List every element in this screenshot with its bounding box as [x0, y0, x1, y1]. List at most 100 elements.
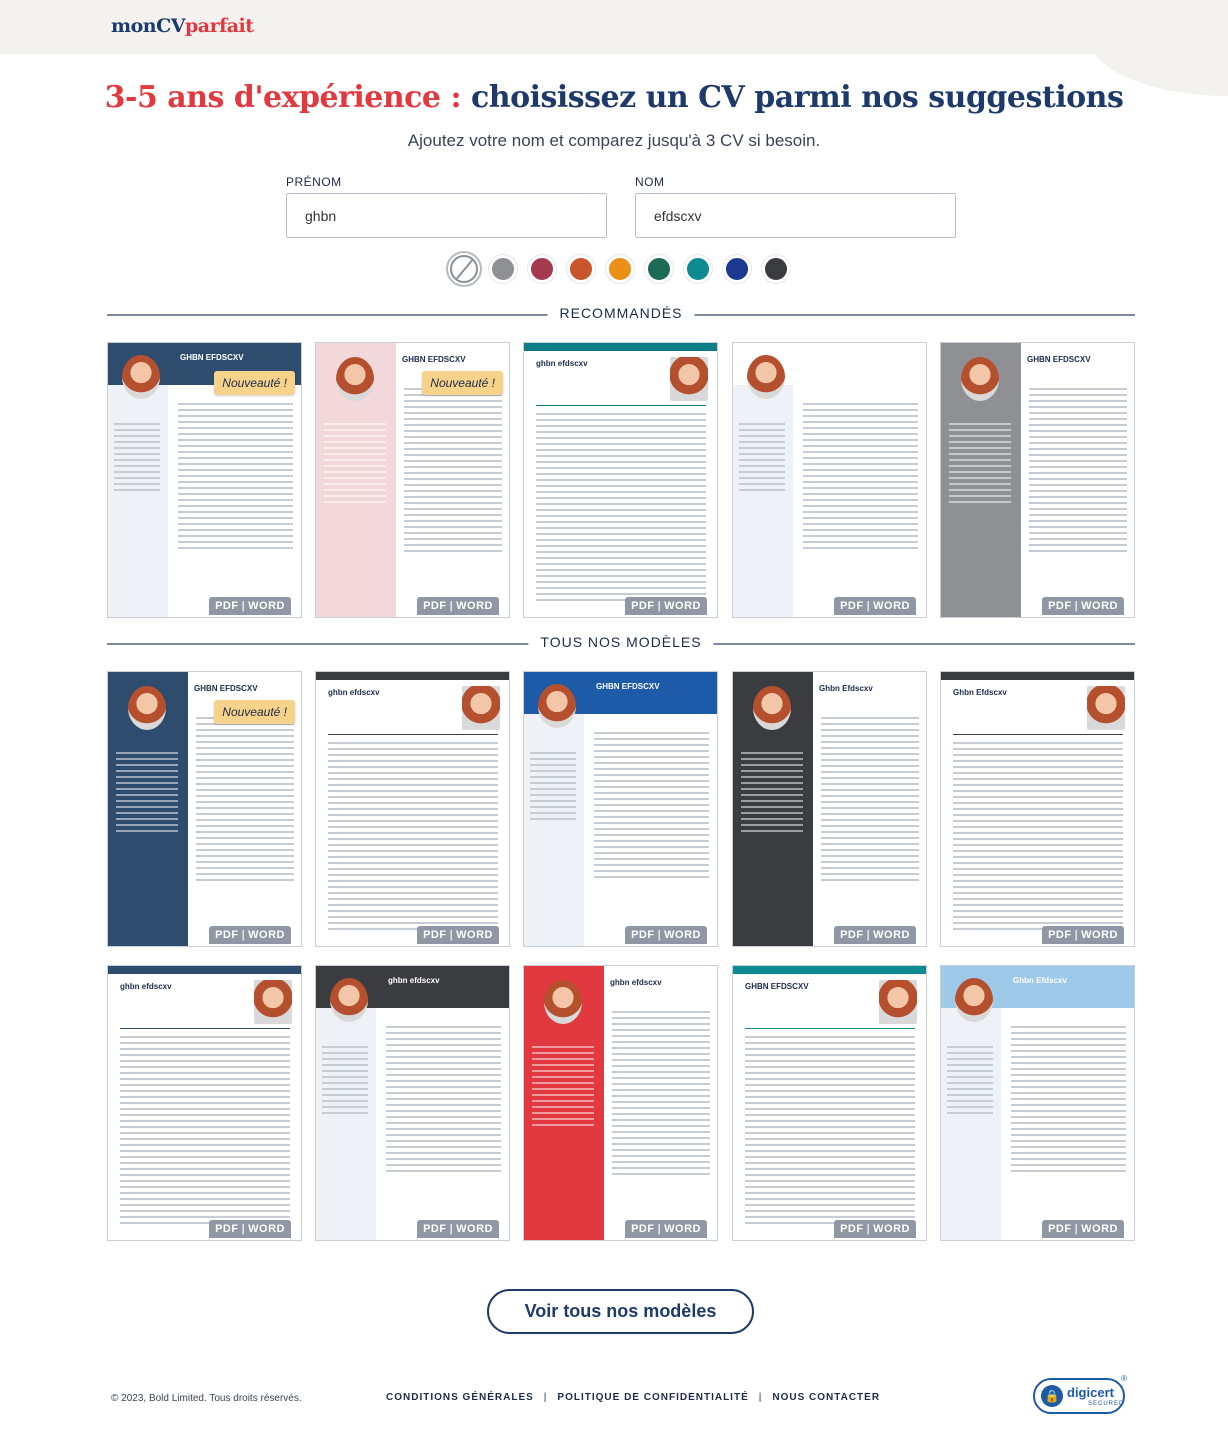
resume-template-card[interactable]: Ghbn Efdscxv PDF | WORD [940, 671, 1135, 947]
pdf-button[interactable]: PDF [631, 929, 655, 941]
color-swatch-burgundy[interactable] [528, 255, 556, 283]
pdf-button[interactable]: PDF [631, 1223, 655, 1235]
contact-link[interactable]: NOUS CONTACTER [772, 1392, 880, 1403]
profile-photo [670, 357, 708, 401]
word-button[interactable]: WORD [1081, 600, 1118, 612]
download-formats: PDF | WORD [417, 1220, 499, 1238]
resume-template-card[interactable]: GHBN EFDSCXV Nouveauté ! PDF | WORD [315, 342, 510, 618]
footer-links: CONDITIONS GÉNÉRALES | POLITIQUE DE CONF… [386, 1392, 880, 1403]
resume-name: Ghbn EFDSCXV [805, 353, 866, 362]
word-button[interactable]: WORD [248, 1223, 285, 1235]
resume-preview: ghbn efdscxv [108, 966, 301, 1240]
word-button[interactable]: WORD [873, 1223, 910, 1235]
resume-template-card[interactable]: ghbn efdscxv PDF | WORD [523, 342, 718, 618]
resume-name: GHBN EFDSCXV [194, 684, 258, 693]
format-separator: | [657, 1223, 662, 1235]
download-formats: PDF | WORD [834, 597, 916, 615]
see-all-models-button[interactable]: Voir tous nos modèles [487, 1289, 754, 1334]
pdf-button[interactable]: PDF [840, 1223, 864, 1235]
pdf-button[interactable]: PDF [423, 929, 447, 941]
profile-photo [1087, 686, 1125, 730]
profile-photo [254, 980, 292, 1024]
profile-photo [747, 355, 785, 399]
last-name-label: NOM [635, 175, 665, 189]
download-formats: PDF | WORD [834, 1220, 916, 1238]
pdf-button[interactable]: PDF [215, 1223, 239, 1235]
format-separator: | [866, 1223, 871, 1235]
resume-template-card[interactable]: GHBN EFDSCXV Nouveauté ! PDF | WORD [107, 671, 302, 947]
last-name-field[interactable] [635, 193, 956, 238]
pdf-button[interactable]: PDF [840, 600, 864, 612]
resume-preview: GHBN EFDSCXV [733, 966, 926, 1240]
download-formats: PDF | WORD [625, 926, 707, 944]
pdf-button[interactable]: PDF [423, 600, 447, 612]
word-button[interactable]: WORD [873, 600, 910, 612]
pdf-button[interactable]: PDF [1048, 929, 1072, 941]
word-button[interactable]: WORD [873, 929, 910, 941]
resume-template-card[interactable]: Ghbn EFDSCXV PDF | WORD [732, 342, 927, 618]
resume-template-card[interactable]: ghbn efdscxv PDF | WORD [315, 671, 510, 947]
pdf-button[interactable]: PDF [215, 929, 239, 941]
first-name-field[interactable] [286, 193, 607, 238]
word-button[interactable]: WORD [248, 929, 285, 941]
word-button[interactable]: WORD [456, 929, 493, 941]
pdf-button[interactable]: PDF [840, 929, 864, 941]
resume-template-card[interactable]: GHBN EFDSCXV PDF | WORD [523, 671, 718, 947]
resume-template-card[interactable]: GHBN EFDSCXV Nouveauté ! PDF | WORD [107, 342, 302, 618]
site-logo[interactable]: monCVparfait [111, 15, 254, 37]
profile-photo [128, 686, 166, 730]
resume-preview: Ghbn Efdscxv [733, 672, 926, 946]
profile-photo [544, 980, 582, 1024]
page-title: 3-5 ans d'expérience : choisissez un CV … [104, 80, 1124, 115]
color-swatch-grey[interactable] [489, 255, 517, 283]
privacy-link[interactable]: POLITIQUE DE CONFIDENTIALITÉ [557, 1392, 748, 1403]
resume-name: GHBN EFDSCXV [180, 353, 244, 362]
profile-photo [462, 686, 500, 730]
terms-link[interactable]: CONDITIONS GÉNÉRALES [386, 1392, 534, 1403]
pdf-button[interactable]: PDF [423, 1223, 447, 1235]
format-separator: | [241, 600, 246, 612]
word-button[interactable]: WORD [1081, 929, 1118, 941]
word-button[interactable]: WORD [1081, 1223, 1118, 1235]
lock-icon: 🔒 [1041, 1385, 1063, 1407]
resume-template-card[interactable]: GHBN EFDSCXV PDF | WORD [940, 342, 1135, 618]
resume-template-card[interactable]: ghbn efdscxv PDF | WORD [523, 965, 718, 1241]
resume-name: ghbn efdscxv [388, 976, 440, 985]
word-button[interactable]: WORD [664, 1223, 701, 1235]
word-button[interactable]: WORD [456, 600, 493, 612]
footer-separator: | [758, 1392, 763, 1403]
resume-name: ghbn efdscxv [328, 688, 380, 697]
resume-template-card[interactable]: ghbn efdscxv PDF | WORD [107, 965, 302, 1241]
color-swatch-teal[interactable] [684, 255, 712, 283]
format-separator: | [449, 929, 454, 941]
color-swatch-charcoal[interactable] [762, 255, 790, 283]
pdf-button[interactable]: PDF [1048, 600, 1072, 612]
color-swatch-green[interactable] [645, 255, 673, 283]
word-button[interactable]: WORD [456, 1223, 493, 1235]
resume-preview: Ghbn Efdscxv [941, 672, 1134, 946]
word-button[interactable]: WORD [248, 600, 285, 612]
format-separator: | [1074, 600, 1079, 612]
resume-name: GHBN EFDSCXV [402, 355, 466, 364]
digicert-seal[interactable]: 🔒 digicert SECURED ® [1033, 1374, 1127, 1414]
download-formats: PDF | WORD [417, 926, 499, 944]
color-swatch-none[interactable] [450, 255, 478, 283]
resume-template-card[interactable]: Ghbn Efdscxv PDF | WORD [940, 965, 1135, 1241]
resume-template-card[interactable]: ghbn efdscxv PDF | WORD [315, 965, 510, 1241]
download-formats: PDF | WORD [417, 597, 499, 615]
format-separator: | [449, 1223, 454, 1235]
resume-name: Ghbn Efdscxv [953, 688, 1007, 697]
pdf-button[interactable]: PDF [215, 600, 239, 612]
download-formats: PDF | WORD [209, 926, 291, 944]
pdf-button[interactable]: PDF [631, 600, 655, 612]
word-button[interactable]: WORD [664, 929, 701, 941]
resume-preview: GHBN EFDSCXV [524, 672, 717, 946]
resume-template-card[interactable]: Ghbn Efdscxv PDF | WORD [732, 671, 927, 947]
resume-template-card[interactable]: GHBN EFDSCXV PDF | WORD [732, 965, 927, 1241]
resume-name: ghbn efdscxv [610, 978, 662, 987]
color-swatch-navy[interactable] [723, 255, 751, 283]
pdf-button[interactable]: PDF [1048, 1223, 1072, 1235]
word-button[interactable]: WORD [664, 600, 701, 612]
color-swatch-rust[interactable] [567, 255, 595, 283]
color-swatch-orange[interactable] [606, 255, 634, 283]
